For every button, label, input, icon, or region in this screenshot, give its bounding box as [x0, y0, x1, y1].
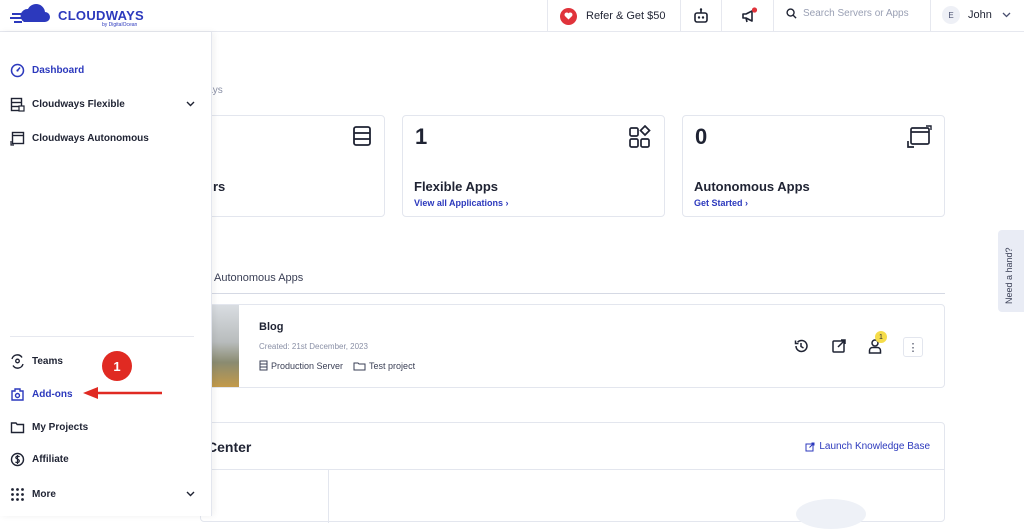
refer-button[interactable]: Refer & Get $50	[560, 6, 666, 26]
logo-subtext: by DigitalOcean	[102, 22, 138, 28]
sidebar-item-label: Dashboard	[32, 65, 85, 76]
search-box[interactable]: Search Servers or Apps	[786, 8, 909, 19]
sidebar-item-label: Cloudways Autonomous	[32, 133, 149, 144]
user-name: John	[968, 9, 992, 21]
sidebar-item-dashboard[interactable]: Dashboard	[10, 63, 84, 78]
notification-badge: 1	[875, 331, 887, 343]
top-bar: CLOUDWAYS by DigitalOcean Refer & Get $5…	[0, 0, 1024, 32]
heart-icon	[560, 7, 577, 25]
bot-icon[interactable]	[692, 7, 710, 25]
launch-knowledge-base-link[interactable]: Launch Knowledge Base	[805, 441, 930, 452]
search-icon	[786, 8, 797, 19]
divider	[10, 336, 194, 337]
app-row[interactable]: Blog Created: 21st December, 2023 Produc…	[200, 304, 945, 388]
need-a-hand-label: Need a hand?	[1004, 247, 1014, 304]
grid-dots-icon	[11, 488, 24, 501]
knowledge-center-title: Center	[207, 439, 252, 455]
illustration	[796, 499, 866, 529]
external-link-icon	[805, 442, 815, 451]
card-title: rs	[213, 179, 226, 194]
project-name: Test project	[369, 360, 416, 371]
refer-label: Refer & Get $50	[586, 10, 666, 22]
sidebar-item-affiliate[interactable]: Affiliate	[10, 452, 69, 467]
avatar: E	[942, 6, 960, 24]
app-meta: Production Server Test project	[259, 360, 425, 371]
app-server[interactable]: Production Server	[259, 360, 343, 371]
sidebar: Dashboard Cloudways Flexible Cloudways A…	[0, 32, 212, 516]
sidebar-item-my-projects[interactable]: My Projects	[10, 420, 88, 435]
cloudways-logo[interactable]: CLOUDWAYS by DigitalOcean	[10, 4, 150, 28]
card-number: 1	[415, 124, 428, 149]
autonomous-icon	[907, 125, 932, 148]
teams-icon	[11, 354, 24, 369]
apps-icon	[629, 125, 651, 148]
launch-knowledge-base-label: Launch Knowledge Base	[819, 441, 930, 452]
sidebar-item-label: Cloudways Flexible	[32, 99, 125, 110]
external-link-icon[interactable]	[831, 338, 847, 354]
sidebar-item-cloudways-autonomous[interactable]: Cloudways Autonomous	[10, 131, 149, 146]
cloud-logo-icon	[10, 4, 50, 23]
sidebar-item-label: More	[32, 489, 56, 500]
user-menu[interactable]: E John	[942, 6, 1011, 24]
speedometer-icon	[10, 63, 25, 78]
sidebar-item-teams[interactable]: Teams	[10, 354, 63, 369]
megaphone-icon[interactable]	[740, 7, 758, 25]
flexible-apps-card[interactable]: 1 Flexible Apps View all Applications ›	[402, 115, 665, 217]
annotation-step-marker: 1	[102, 351, 132, 381]
view-all-applications-link[interactable]: View all Applications ›	[414, 198, 509, 208]
server-icon	[353, 126, 371, 146]
divider	[328, 469, 329, 523]
sidebar-item-label: Affiliate	[32, 454, 69, 465]
get-started-link[interactable]: Get Started ›	[694, 198, 748, 208]
chevron-down-icon[interactable]	[186, 491, 195, 497]
folder-small-icon	[353, 362, 366, 370]
sidebar-item-more[interactable]: More	[10, 487, 56, 502]
section-label[interactable]: Autonomous Apps	[214, 272, 303, 284]
folder-icon	[10, 422, 25, 434]
sidebar-item-cloudways-flexible[interactable]: Cloudways Flexible	[10, 97, 125, 112]
sidebar-item-label: My Projects	[32, 422, 89, 433]
divider	[773, 0, 774, 32]
more-options-button[interactable]: ⋮	[903, 337, 923, 357]
app-name[interactable]: Blog	[259, 321, 283, 333]
addons-icon	[11, 388, 24, 401]
chevron-down-icon[interactable]	[186, 101, 195, 107]
app-project[interactable]: Test project	[353, 361, 415, 371]
annotation-arrow-icon	[83, 387, 162, 399]
search-placeholder: Search Servers or Apps	[803, 8, 909, 19]
divider	[930, 0, 931, 32]
sidebar-item-label: Teams	[32, 356, 63, 367]
divider	[721, 0, 722, 32]
dollar-icon	[10, 452, 25, 467]
card-title: Autonomous Apps	[694, 179, 810, 194]
server-small-icon	[259, 360, 268, 371]
card-title: Flexible Apps	[414, 179, 499, 194]
window-icon	[10, 131, 25, 146]
section-divider	[200, 293, 945, 294]
chevron-down-icon	[1002, 12, 1011, 18]
sidebar-item-add-ons[interactable]: Add-ons	[10, 387, 73, 402]
knowledge-center-card: Center Launch Knowledge Base	[200, 422, 945, 529]
divider	[547, 0, 548, 32]
autonomous-apps-card[interactable]: 0 Autonomous Apps Get Started ›	[682, 115, 945, 217]
server-grid-icon	[10, 97, 25, 112]
app-created-date: Created: 21st December, 2023	[259, 342, 368, 351]
card-number: 0	[695, 124, 708, 149]
sidebar-item-label: Add-ons	[32, 389, 73, 400]
logo-text: CLOUDWAYS	[58, 8, 145, 23]
server-name: Production Server	[271, 360, 344, 371]
divider	[680, 0, 681, 32]
divider	[201, 469, 944, 470]
need-a-hand-tab[interactable]: Need a hand?	[998, 230, 1024, 312]
history-icon[interactable]	[793, 338, 809, 354]
